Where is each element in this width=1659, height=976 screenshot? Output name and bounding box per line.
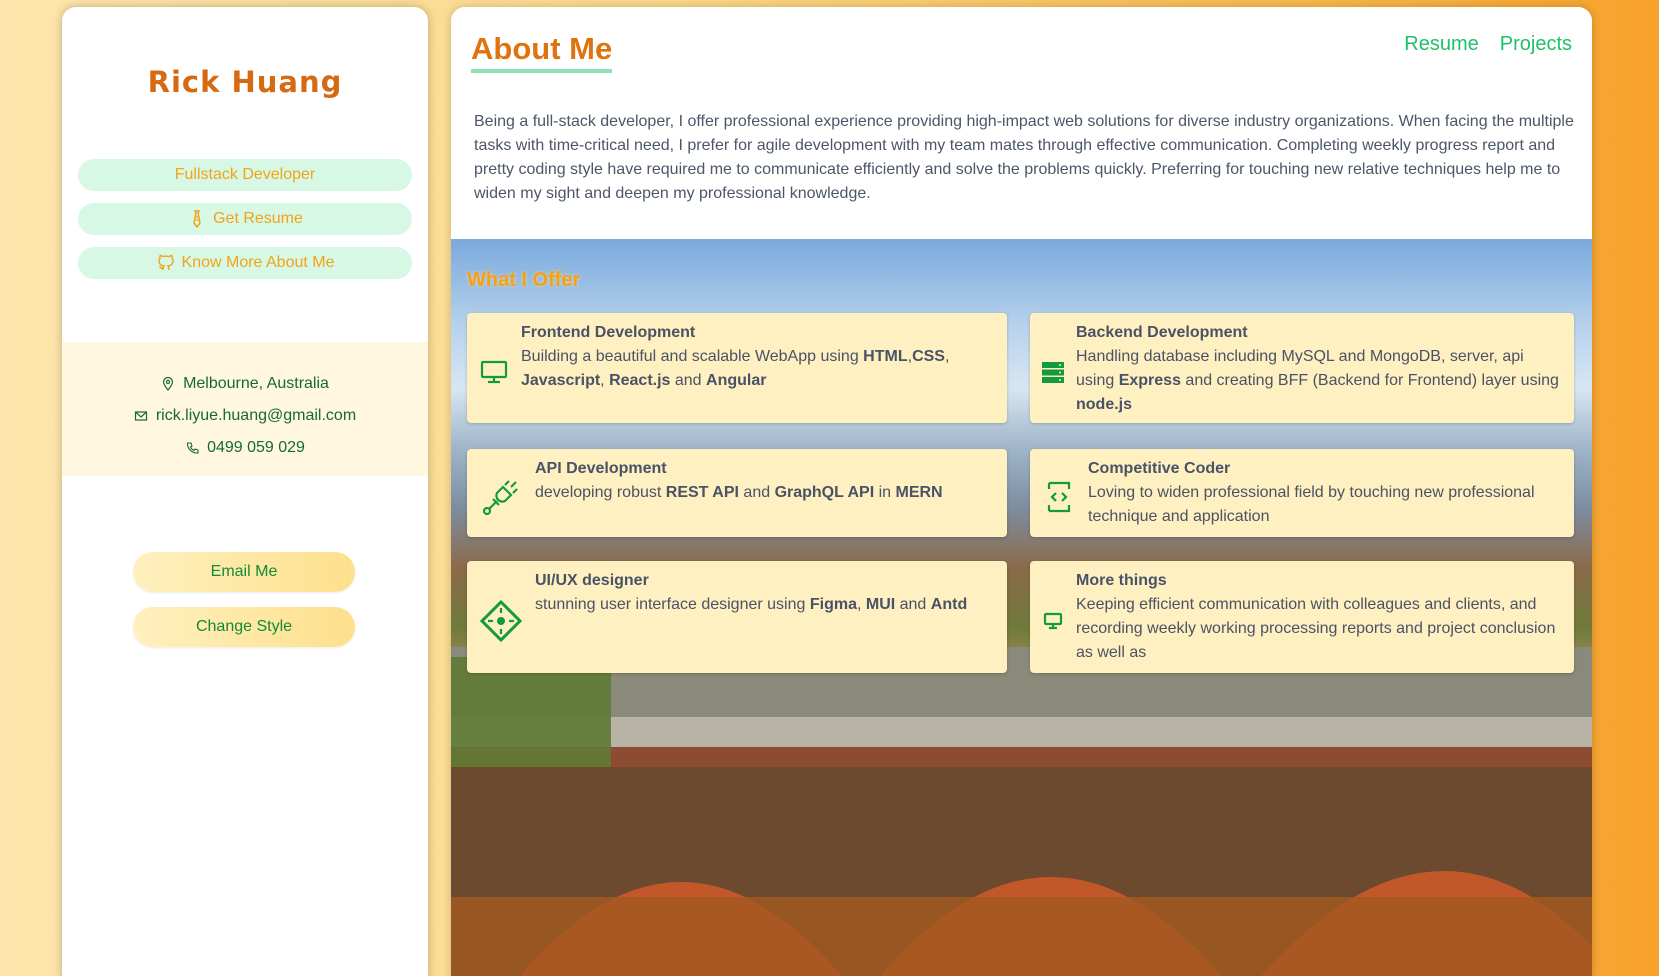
- offer-card: More things Keeping efficient communicati…: [1030, 561, 1574, 673]
- know-more-label: Know More About Me: [181, 254, 335, 271]
- change-style-button[interactable]: Change Style: [133, 607, 355, 647]
- github-icon: [157, 254, 174, 271]
- description-text: developing robust: [535, 484, 666, 501]
- tech-keyword: REST API: [665, 484, 739, 501]
- description-text: ,: [600, 372, 610, 389]
- nav-resume-link[interactable]: Resume: [1404, 33, 1478, 56]
- tech-keyword: MERN: [895, 484, 943, 501]
- api-plug-icon: [467, 477, 535, 517]
- tech-keyword: HTML: [863, 348, 908, 365]
- description-text: ,: [944, 348, 950, 365]
- tech-keyword: React.js: [609, 372, 671, 389]
- offer-card-text: API Development developing robust REST AP…: [535, 457, 995, 505]
- offer-card-description: developing robust REST API and GraphQL A…: [535, 481, 995, 505]
- role-label: Fullstack Developer: [174, 166, 316, 183]
- description-text: Loving to widen professional field by to…: [1088, 484, 1535, 525]
- description-text: and: [738, 484, 775, 501]
- design-diamond-icon: [467, 599, 535, 643]
- offer-card-title: Backend Development: [1076, 324, 1248, 341]
- top-nav: Resume Projects: [1404, 33, 1572, 56]
- offer-card-description: Keeping efficient communication with col…: [1076, 593, 1562, 665]
- tech-keyword: GraphQL API: [774, 484, 875, 501]
- tech-keyword: CSS: [912, 348, 945, 365]
- phone-text: 0499 059 029: [207, 439, 305, 456]
- location-row: Melbourne, Australia: [62, 375, 428, 393]
- tech-keyword: Angular: [706, 372, 767, 389]
- page-title: About Me: [471, 31, 613, 73]
- offer-card-title: More things: [1076, 572, 1167, 589]
- know-more-pill[interactable]: Know More About Me: [78, 247, 412, 279]
- offer-card-description: Building a beautiful and scalable WebApp…: [521, 345, 995, 393]
- tie-icon: [193, 210, 201, 229]
- mail-icon: [134, 411, 147, 421]
- tech-keyword: Express: [1118, 372, 1181, 389]
- email-row: rick.liyue.huang@gmail.com: [62, 407, 428, 425]
- code-icon: [1030, 479, 1088, 515]
- offer-section: What I Offer Frontend Development Buildin…: [451, 239, 1592, 976]
- email-text[interactable]: rick.liyue.huang@gmail.com: [156, 407, 356, 425]
- tech-keyword: node.js: [1076, 396, 1133, 413]
- role-pill[interactable]: Fullstack Developer: [78, 159, 412, 191]
- nav-projects-link[interactable]: Projects: [1500, 33, 1572, 56]
- offer-card-description: Loving to widen professional field by to…: [1088, 481, 1562, 529]
- offer-card: Competitive Coder Loving to widen profess…: [1030, 449, 1574, 537]
- location-pin-icon: [162, 377, 174, 391]
- phone-icon: [187, 442, 199, 454]
- bridge-background-image: [451, 647, 1592, 976]
- server-icon: [1030, 359, 1076, 385]
- location-text: Melbourne, Australia: [183, 375, 329, 392]
- tech-keyword: MUI: [865, 596, 896, 613]
- offer-card-text: More things Keeping efficient communicati…: [1076, 569, 1562, 665]
- description-text: Keeping efficient communication with col…: [1076, 596, 1556, 661]
- offer-card: API Development developing robust REST AP…: [467, 449, 1007, 537]
- offer-card-text: Competitive Coder Loving to widen profess…: [1088, 457, 1562, 529]
- monitor-small-icon: [1030, 611, 1076, 631]
- offer-card-text: Backend Development Handling database inc…: [1076, 321, 1562, 417]
- offer-card-title: UI/UX designer: [535, 572, 649, 589]
- get-resume-label: Get Resume: [213, 210, 303, 227]
- about-section: About Me Resume Projects Being a full-st…: [451, 7, 1592, 239]
- offer-card-description: Handling database including MySQL and Mo…: [1076, 345, 1562, 417]
- offer-card-title: Frontend Development: [521, 324, 696, 341]
- email-me-button[interactable]: Email Me: [133, 552, 355, 592]
- get-resume-pill[interactable]: Get Resume: [78, 203, 412, 235]
- description-text: and creating BFF (Backend for Frontend) …: [1180, 372, 1559, 389]
- offer-card-text: UI/UX designer stunning user interface de…: [535, 569, 995, 617]
- offer-card: Frontend Development Building a beautiful…: [467, 313, 1007, 423]
- tech-keyword: Antd: [930, 596, 968, 613]
- offer-card: UI/UX designer stunning user interface de…: [467, 561, 1007, 673]
- tech-keyword: Figma: [809, 596, 857, 613]
- offer-card: Backend Development Handling database inc…: [1030, 313, 1574, 423]
- contact-panel: Melbourne, Australia rick.liyue.huang@gm…: [62, 342, 428, 476]
- description-text: and: [670, 372, 707, 389]
- description-text: in: [874, 484, 896, 501]
- offer-card-text: Frontend Development Building a beautiful…: [521, 321, 995, 393]
- description-text: stunning user interface designer using: [535, 596, 810, 613]
- about-paragraph: Being a full-stack developer, I offer pr…: [474, 113, 1574, 202]
- main-panel: About Me Resume Projects Being a full-st…: [451, 7, 1592, 976]
- profile-name: Rick Huang: [147, 65, 343, 99]
- description-text: ,: [856, 596, 866, 613]
- offer-card-title: API Development: [535, 460, 667, 477]
- monitor-icon: [467, 358, 521, 386]
- description-text: Building a beautiful and scalable WebApp…: [521, 348, 864, 365]
- tech-keyword: Javascript: [521, 372, 601, 389]
- phone-row: 0499 059 029: [62, 439, 428, 457]
- offer-card-description: stunning user interface designer using F…: [535, 593, 995, 617]
- offer-title: What I Offer: [467, 269, 581, 291]
- description-text: and: [895, 596, 931, 613]
- offer-card-title: Competitive Coder: [1088, 460, 1231, 477]
- profile-sidebar: Rick Huang Fullstack Developer Get Resum…: [62, 7, 428, 976]
